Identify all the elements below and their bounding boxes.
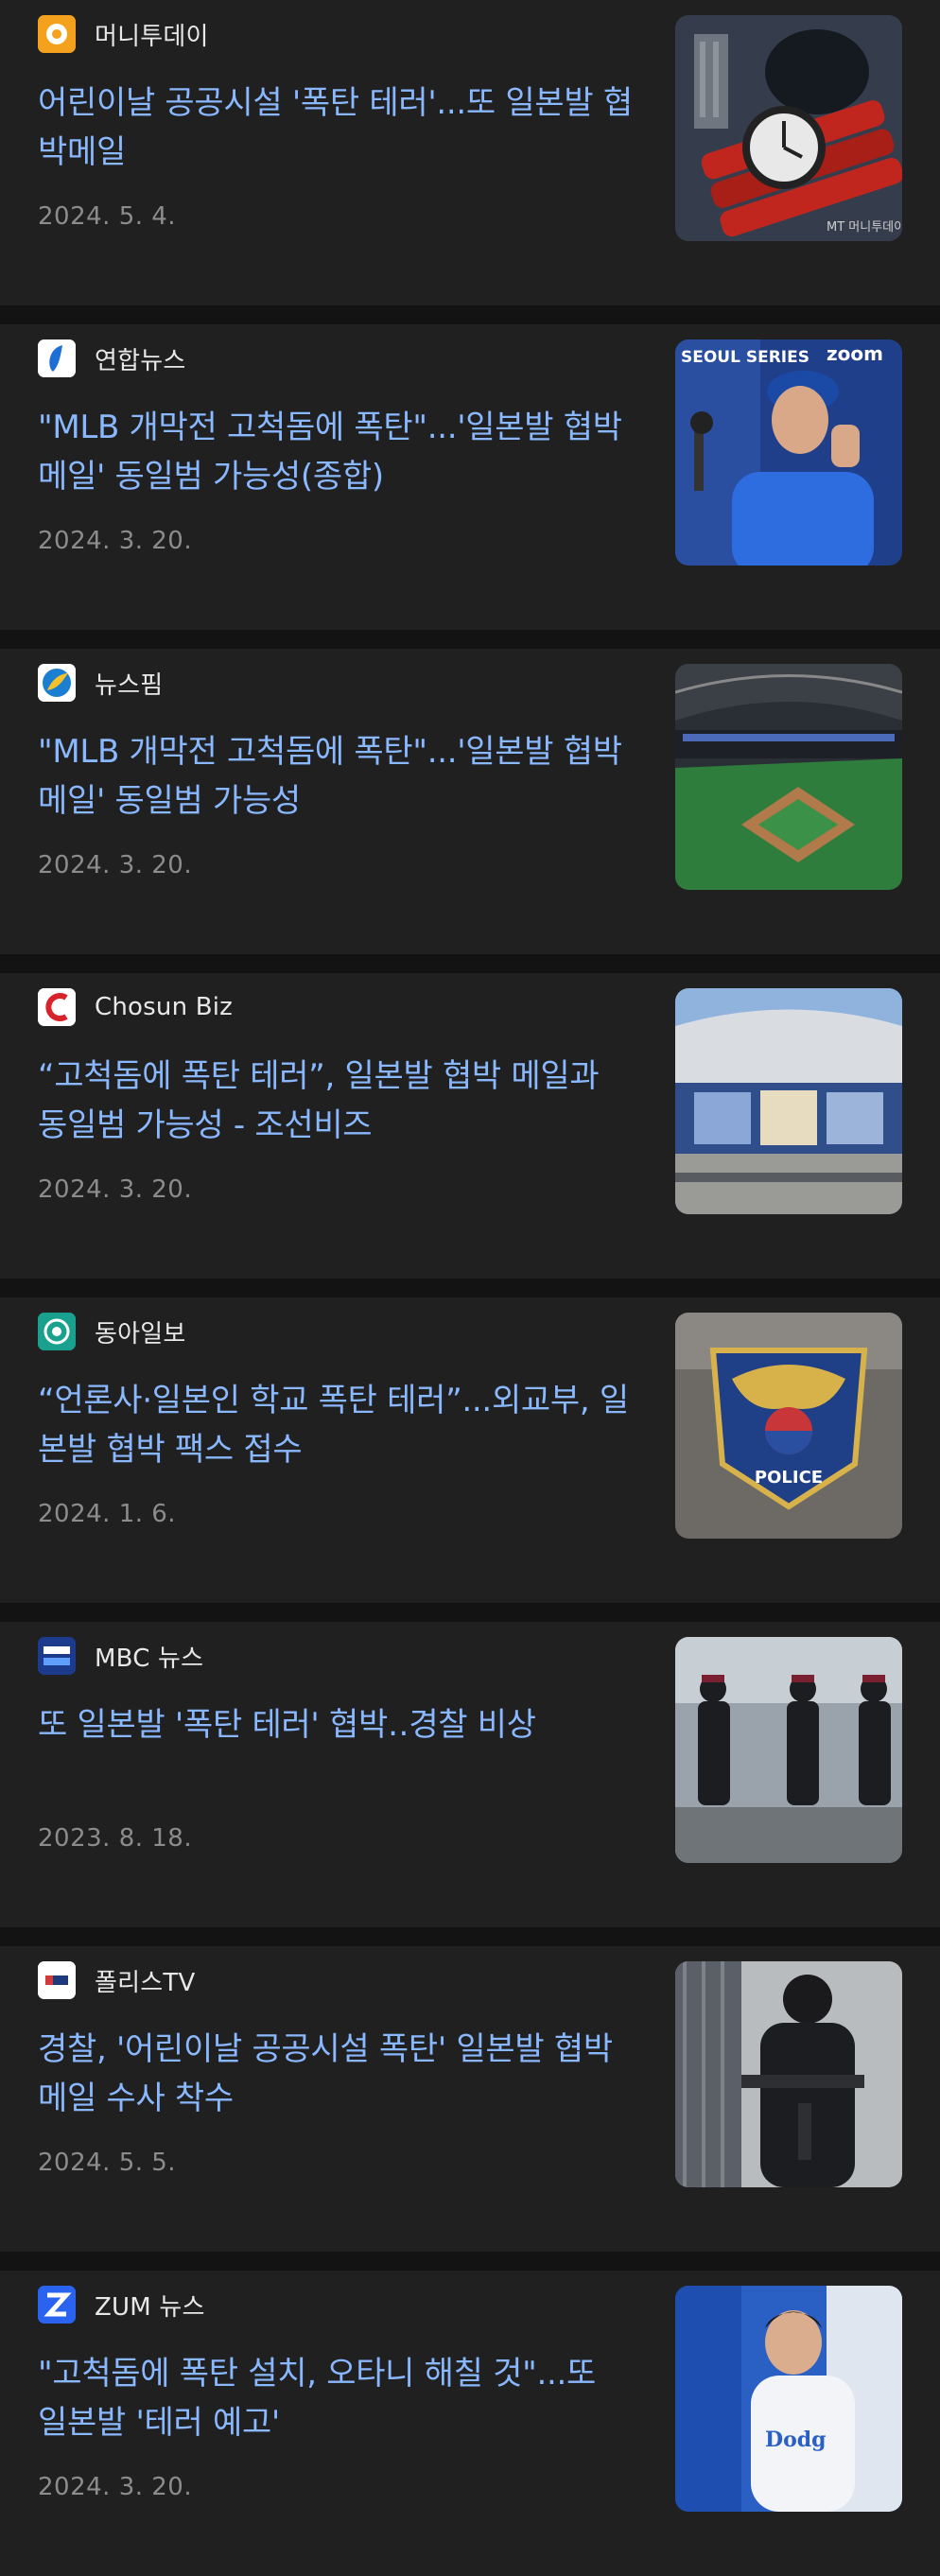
publish-date: 2024. 1. 6. [38, 1500, 177, 1528]
source-row: 동아일보 [38, 1312, 634, 1351]
thumbnail-image[interactable]: SEOUL SERIES zoom [675, 339, 902, 566]
source-name: 동아일보 [95, 1319, 186, 1349]
source-name: MBC 뉴스 [95, 1644, 204, 1673]
source-row: 폴리스TV [38, 1960, 634, 2000]
chosunbiz-logo-icon [38, 988, 76, 1026]
thumbnail-image[interactable]: MT 머니투데이 [675, 15, 902, 241]
news-card[interactable]: MBC 뉴스 또 일본발 '폭탄 테러' 협박‥경찰 비상 2023. 8. 1… [0, 1622, 940, 1927]
thumbnail-image[interactable]: Dodg [675, 2286, 902, 2512]
publish-date: 2024. 3. 20. [38, 527, 193, 555]
source-row: MBC 뉴스 [38, 1636, 634, 1676]
zum-logo-icon [38, 2286, 76, 2324]
headline-link[interactable]: “언론사·일본인 학교 폭탄 테러”...외교부, 일본발 협박 팩스 접수 [38, 1376, 634, 1474]
news-card[interactable]: 폴리스TV 경찰, '어린이날 공공시설 폭탄' 일본발 협박 메일 수사 착수… [0, 1946, 940, 2252]
source-row: 머니투데이 [38, 14, 634, 54]
source-name: 머니투데이 [95, 22, 209, 51]
publish-date: 2023. 8. 18. [38, 1824, 193, 1853]
yonhap-logo-icon [38, 339, 76, 377]
news-card[interactable]: 머니투데이 어린이날 공공시설 '폭탄 테러'...또 일본발 협박메일 202… [0, 0, 940, 305]
headline-link[interactable]: 어린이날 공공시설 '폭탄 테러'...또 일본발 협박메일 [38, 78, 634, 177]
thumb-watermark: SEOUL SERIES [681, 348, 809, 367]
news-card[interactable]: 연합뉴스 "MLB 개막전 고척돔에 폭탄"...'일본발 협박메일' 동일범 … [0, 324, 940, 630]
news-card[interactable]: ZUM 뉴스 "고척돔에 폭탄 설치, 오타니 해칠 것"...또 일본발 '테… [0, 2271, 940, 2576]
news-feed: 머니투데이 어린이날 공공시설 '폭탄 테러'...또 일본발 협박메일 202… [0, 0, 940, 2576]
headline-link[interactable]: "MLB 개막전 고척돔에 폭탄"...'일본발 협박메일' 동일범 가능성(종… [38, 403, 634, 501]
news-card[interactable]: 동아일보 “언론사·일본인 학교 폭탄 테러”...외교부, 일본발 협박 팩스… [0, 1297, 940, 1603]
publish-date: 2024. 3. 20. [38, 2473, 193, 2501]
svg-text:Dodg: Dodg [765, 2428, 827, 2452]
thumbnail-image[interactable] [675, 664, 902, 890]
source-name: 뉴스핌 [95, 670, 164, 700]
publish-date: 2024. 3. 20. [38, 851, 193, 879]
headline-link[interactable]: "고척돔에 폭탄 설치, 오타니 해칠 것"...또 일본발 '테러 예고' [38, 2349, 634, 2447]
source-name: 연합뉴스 [95, 346, 186, 375]
source-name: ZUM 뉴스 [95, 2292, 205, 2322]
publish-date: 2024. 3. 20. [38, 1175, 193, 1204]
mbc-logo-icon [38, 1637, 76, 1675]
thumb-watermark: POLICE [755, 1468, 823, 1488]
headline-link[interactable]: "MLB 개막전 고척돔에 폭탄"...'일본발 협박메일' 동일범 가능성 [38, 727, 634, 826]
thumbnail-image[interactable] [675, 1637, 902, 1863]
news-card[interactable]: 뉴스핌 "MLB 개막전 고척돔에 폭탄"...'일본발 협박메일' 동일범 가… [0, 649, 940, 954]
policetv-logo-icon [38, 1961, 76, 1999]
thumbnail-image[interactable]: POLICE [675, 1313, 902, 1539]
source-row: 뉴스핌 [38, 663, 634, 703]
newspim-logo-icon [38, 664, 76, 702]
headline-link[interactable]: 경찰, '어린이날 공공시설 폭탄' 일본발 협박 메일 수사 착수 [38, 2025, 634, 2123]
source-row: ZUM 뉴스 [38, 2285, 634, 2324]
svg-text:zoom: zoom [827, 342, 883, 365]
source-row: Chosun Biz [38, 987, 634, 1027]
source-row: 연합뉴스 [38, 339, 634, 378]
news-card[interactable]: Chosun Biz “고척돔에 폭탄 테러”, 일본발 협박 메일과 동일범 … [0, 973, 940, 1279]
headline-link[interactable]: “고척돔에 폭탄 테러”, 일본발 협박 메일과 동일범 가능성 - 조선비즈 [38, 1052, 634, 1150]
thumbnail-image[interactable] [675, 1961, 902, 2187]
publish-date: 2024. 5. 4. [38, 202, 177, 231]
source-name: Chosun Biz [95, 993, 234, 1021]
donga-logo-icon [38, 1313, 76, 1350]
publish-date: 2024. 5. 5. [38, 2149, 177, 2177]
source-name: 폴리스TV [95, 1968, 196, 1997]
moneytoday-logo-icon [38, 15, 76, 53]
thumb-watermark: MT 머니투데이 [827, 220, 902, 235]
headline-link[interactable]: 또 일본발 '폭탄 테러' 협박‥경찰 비상 [38, 1700, 634, 1799]
thumbnail-image[interactable] [675, 988, 902, 1214]
